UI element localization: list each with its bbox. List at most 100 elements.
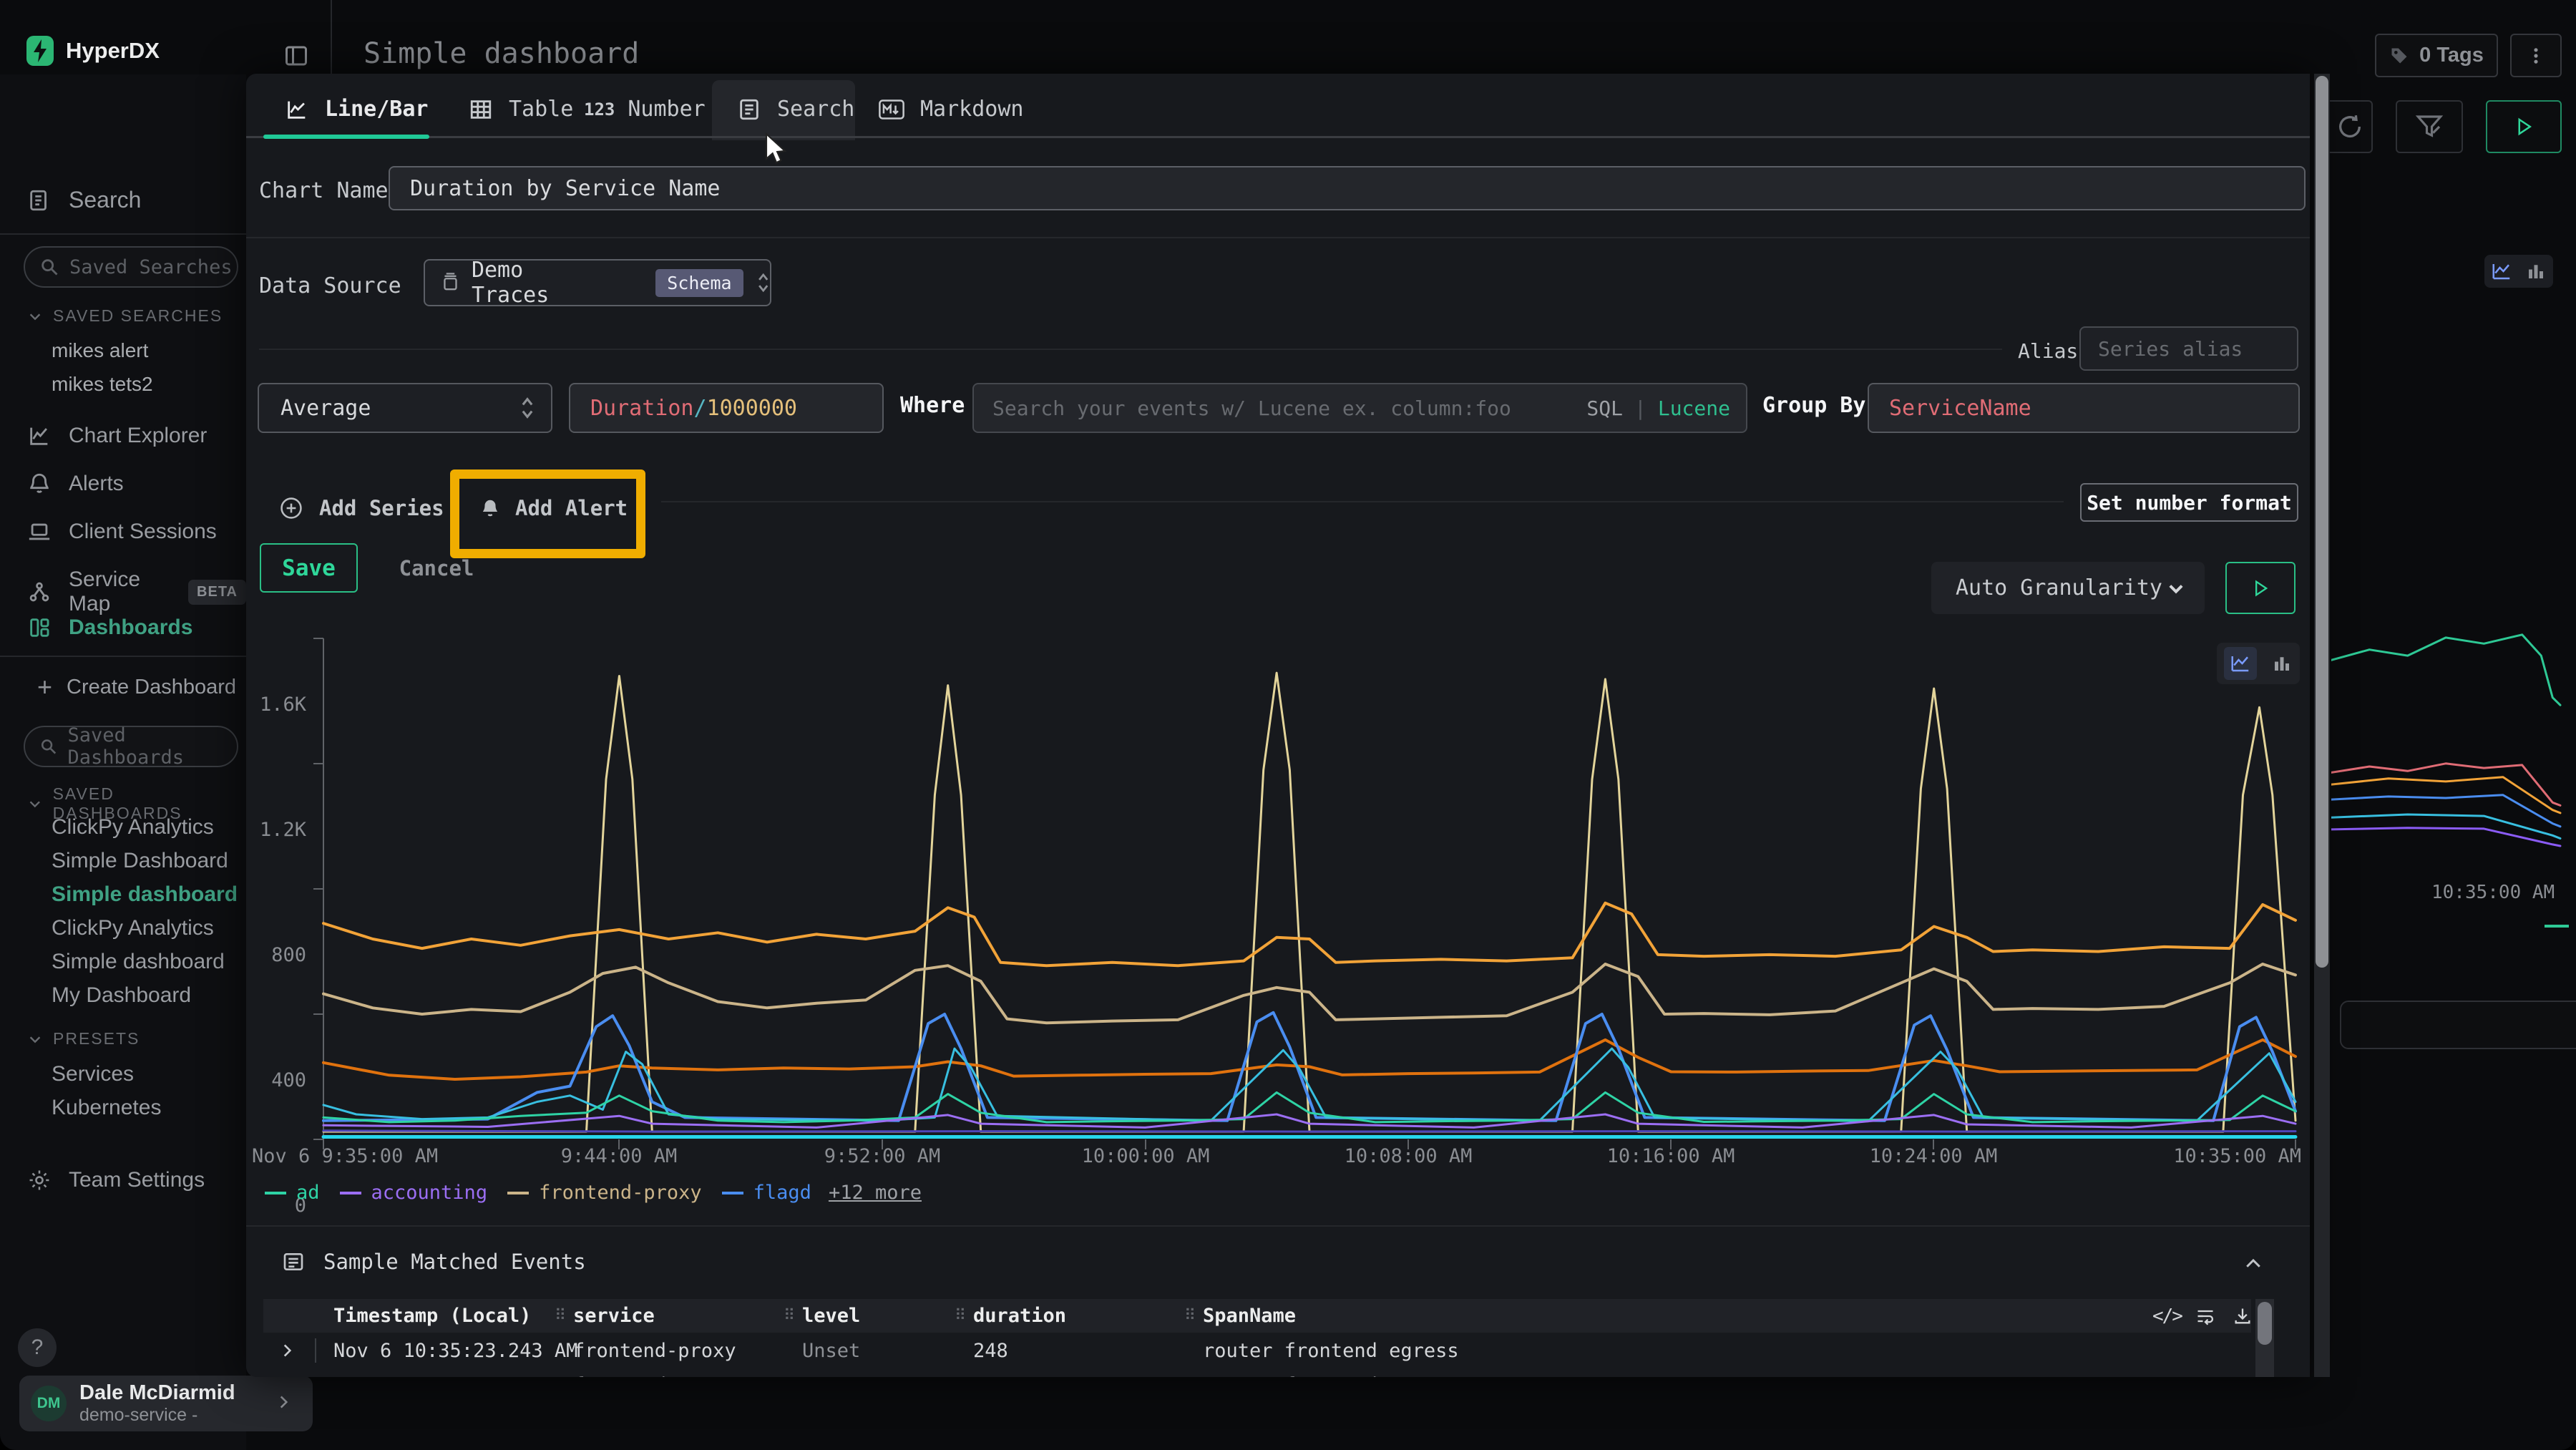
- alias-input[interactable]: [2079, 326, 2298, 371]
- duration-line-chart[interactable]: [246, 630, 2310, 1174]
- bg-chart-legend-dash: [2545, 925, 2569, 928]
- saved-dashboards-input[interactable]: Saved Dashboards: [24, 726, 238, 767]
- tab-table[interactable]: Table: [469, 97, 573, 122]
- drag-handle-icon[interactable]: ⠿: [784, 1307, 795, 1325]
- legend-dash: [722, 1192, 743, 1194]
- download-icon[interactable]: [2233, 1306, 2253, 1326]
- saved-searches-header[interactable]: SAVED SEARCHES: [27, 306, 223, 326]
- tab-search[interactable]: Search: [737, 97, 854, 122]
- cancel-button[interactable]: Cancel: [390, 543, 483, 593]
- y-tick-label: 1.6K: [246, 694, 306, 716]
- column-header[interactable]: SpanName: [1203, 1305, 1296, 1327]
- saved-search-item[interactable]: mikes tets2: [52, 373, 153, 396]
- add-series-button[interactable]: Add Series: [279, 496, 444, 520]
- sidebar-item-chart-explorer[interactable]: Chart Explorer: [27, 424, 207, 448]
- bg-chart-type-toggle[interactable]: [2484, 255, 2553, 288]
- code-view-icon[interactable]: </>: [2152, 1305, 2182, 1327]
- column-header[interactable]: duration: [973, 1305, 1066, 1327]
- dashboard-item[interactable]: Simple Dashboard: [52, 849, 228, 873]
- sidebar-item-client-sessions[interactable]: Client Sessions: [27, 520, 217, 544]
- column-header[interactable]: level: [802, 1305, 860, 1327]
- event-row-partial[interactable]: Nov 6 10:35:23.243 AM frontend-proxy Uns…: [263, 1368, 2251, 1377]
- schema-badge[interactable]: Schema: [655, 269, 743, 297]
- cell-level: Unset: [802, 1340, 860, 1362]
- collapse-chevron-icon[interactable]: [2243, 1253, 2264, 1275]
- tab-line-bar[interactable]: Line/Bar: [285, 97, 429, 122]
- event-row[interactable]: Nov 6 10:35:23.243 AM frontend-proxy Uns…: [263, 1333, 2251, 1368]
- user-org: demo-service -: [79, 1405, 235, 1426]
- expand-row-icon[interactable]: [278, 1341, 296, 1360]
- sample-events-header: Sample Matched Events: [282, 1250, 586, 1274]
- sidebar-item-search[interactable]: Search: [27, 187, 141, 213]
- sidebar-item-alerts[interactable]: Alerts: [27, 472, 124, 496]
- gear-icon: [27, 1168, 52, 1192]
- run-query-button[interactable]: [2486, 100, 2562, 153]
- dashboard-item[interactable]: Simple dashboard: [52, 950, 225, 974]
- tab-number[interactable]: 123 Number: [584, 97, 706, 122]
- magnifier-icon: [39, 257, 59, 277]
- preset-item[interactable]: Services: [52, 1062, 134, 1086]
- laptop-icon: [27, 520, 52, 544]
- sql-toggle[interactable]: SQL: [1586, 396, 1623, 420]
- legend-item[interactable]: accounting: [371, 1182, 488, 1204]
- user-menu[interactable]: DM Dale McDiarmid demo-service -: [19, 1376, 313, 1431]
- data-source-value: Demo Traces: [472, 258, 597, 308]
- dashboard-item[interactable]: ClickPy Analytics: [52, 916, 214, 940]
- filter-button[interactable]: [2396, 100, 2463, 153]
- data-source-label: Data Source: [259, 273, 401, 298]
- events-scrollbar-thumb[interactable]: [2258, 1302, 2272, 1345]
- agg-function-select[interactable]: Average: [258, 383, 552, 433]
- select-chevrons-icon: [519, 396, 535, 420]
- lucene-toggle[interactable]: Lucene: [1658, 396, 1730, 420]
- dashboard-item[interactable]: My Dashboard: [52, 983, 191, 1008]
- legend-item[interactable]: frontend-proxy: [539, 1182, 702, 1204]
- legend-item[interactable]: ad: [296, 1182, 320, 1204]
- chart-name-label: Chart Name: [259, 178, 389, 203]
- dashboard-item[interactable]: ClickPy Analytics: [52, 815, 214, 840]
- field-expression-input[interactable]: Duration/1000000: [569, 383, 884, 433]
- drawer-scrollbar-track[interactable]: [2314, 74, 2330, 1377]
- saved-search-item[interactable]: mikes alert: [52, 339, 148, 362]
- group-by-input[interactable]: ServiceName: [1868, 383, 2300, 433]
- legend-more-link[interactable]: +12 more: [829, 1182, 922, 1204]
- data-source-select[interactable]: Demo Traces Schema: [424, 259, 771, 306]
- drag-handle-icon[interactable]: ⠿: [555, 1307, 566, 1325]
- preset-item[interactable]: Kubernetes: [52, 1096, 161, 1120]
- bg-panel-edge: [2340, 1001, 2576, 1049]
- presets-header[interactable]: PRESETS: [27, 1029, 140, 1048]
- tags-button[interactable]: 0 Tags: [2375, 34, 2498, 77]
- sidebar-item-service-map[interactable]: Service Map BETA: [27, 568, 246, 616]
- bell-icon: [479, 497, 501, 519]
- wrap-text-icon[interactable]: [2195, 1306, 2215, 1326]
- create-dashboard-button[interactable]: + Create Dashboard: [37, 674, 236, 700]
- drag-handle-icon[interactable]: ⠿: [1184, 1307, 1196, 1325]
- sidebar-toggle-icon[interactable]: [283, 43, 309, 69]
- sidebar-divider: [0, 233, 246, 235]
- x-tick-label: 10:24:00 AM: [1833, 1145, 2034, 1167]
- legend-dash: [265, 1192, 286, 1194]
- kebab-menu-button[interactable]: [2510, 34, 2562, 77]
- drag-handle-icon[interactable]: ⠿: [955, 1307, 966, 1325]
- drawer-scrollbar-thumb[interactable]: [2316, 76, 2328, 968]
- column-header[interactable]: Timestamp (Local): [333, 1305, 531, 1327]
- filter-icon: [2414, 112, 2444, 142]
- sidebar-item-dashboards[interactable]: Dashboards: [27, 615, 192, 640]
- where-search-input[interactable]: Search your events w/ Lucene ex. column:…: [972, 383, 1747, 433]
- saved-dashboards-placeholder: Saved Dashboards: [67, 724, 237, 769]
- sidebar-item-team-settings[interactable]: Team Settings: [27, 1168, 205, 1192]
- save-button[interactable]: Save: [260, 543, 358, 593]
- brand-logo[interactable]: HyperDX: [26, 34, 160, 67]
- help-button[interactable]: ?: [18, 1328, 57, 1367]
- add-alert-button[interactable]: Add Alert: [479, 496, 628, 520]
- column-header[interactable]: service: [573, 1305, 655, 1327]
- run-chart-button[interactable]: [2225, 562, 2296, 614]
- tab-markdown[interactable]: Markdown: [879, 97, 1024, 122]
- chart-name-input[interactable]: [389, 166, 2306, 210]
- granularity-select[interactable]: Auto Granularity: [1931, 562, 2205, 614]
- legend-item[interactable]: flagd: [753, 1182, 811, 1204]
- set-number-format-button[interactable]: Set number format: [2080, 483, 2298, 522]
- events-scrollbar-track[interactable]: [2255, 1299, 2274, 1377]
- saved-searches-input[interactable]: Saved Searches: [24, 246, 238, 288]
- background-mini-chart: [2331, 615, 2576, 873]
- dashboard-item-active[interactable]: Simple dashboard: [52, 882, 238, 907]
